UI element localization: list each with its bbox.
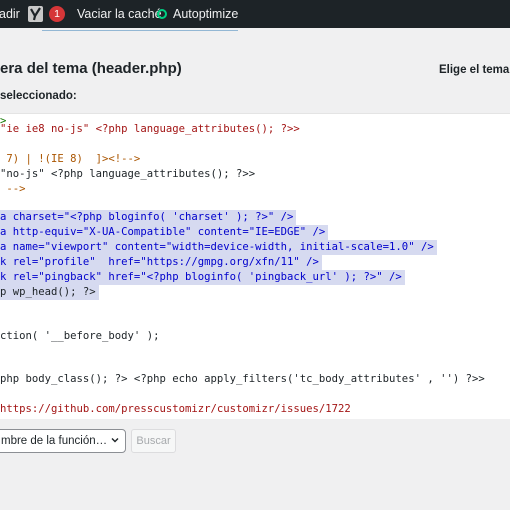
choose-theme-label: Elige el tema a	[439, 64, 510, 76]
code-editor[interactable]: > "ie ie8 no-js" <?php language_attribut…	[0, 113, 510, 419]
code-line-13: p wp_head(); ?>	[0, 285, 99, 300]
code-line-12: k rel="pingback" href="<?php bloginfo( '…	[0, 270, 405, 285]
code-line-21: https://github.com/presscustomizr/custom…	[0, 403, 351, 415]
function-name-select[interactable]: mbre de la función…	[0, 429, 126, 453]
chevron-down-icon	[111, 438, 119, 443]
code-line-11: k rel="profile" href="https://gmpg.org/x…	[0, 255, 322, 270]
code-line-19: php body_class(); ?> <?php echo apply_fi…	[0, 373, 485, 385]
notification-badge[interactable]: 1	[49, 6, 65, 22]
code-line-16: ction( '__before_body' );	[0, 330, 160, 342]
code-line-2: "ie ie8 no-js" <?php language_attributes…	[0, 123, 300, 135]
autoptimize-status-icon	[157, 9, 167, 19]
code-line-6: -->	[0, 183, 26, 195]
code-line-8: a charset="<?php bloginfo( 'charset' ); …	[0, 210, 297, 225]
page-title: era del tema (header.php)	[0, 60, 182, 77]
selected-file-label: seleccionado:	[0, 90, 77, 102]
code-line-5: "no-js" <?php language_attributes(); ?>>	[0, 168, 256, 180]
search-button[interactable]: Buscar	[131, 429, 176, 453]
autoptimize-link[interactable]: Autoptimize	[173, 0, 238, 28]
clear-cache-link[interactable]: Vaciar la caché	[77, 0, 162, 28]
yoast-seo-icon[interactable]	[28, 6, 43, 22]
code-line-9: a http-equiv="X-UA-Compatible" content="…	[0, 225, 329, 240]
admin-bar: adir 1 Vaciar la caché Autoptimize	[0, 0, 510, 28]
admin-bar-add-new[interactable]: adir	[0, 0, 20, 28]
code-line-4: 7) | !(IE 8) ]><!-->	[0, 153, 141, 165]
code-line-10: a name="viewport" content="width=device-…	[0, 240, 437, 255]
partial-link[interactable]	[42, 25, 238, 31]
